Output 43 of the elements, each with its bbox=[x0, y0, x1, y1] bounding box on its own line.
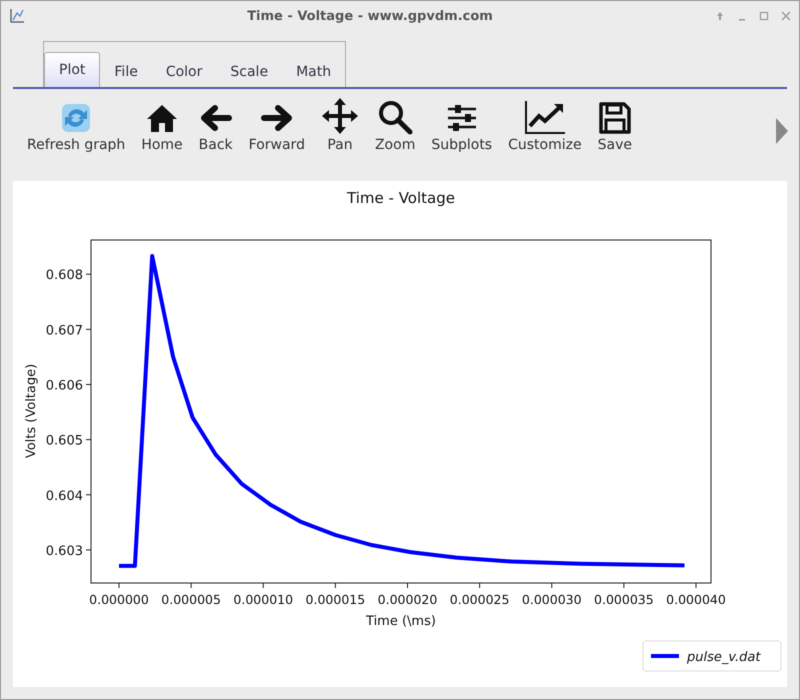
search-icon bbox=[377, 99, 414, 135]
x-tick-label: 0.000000 bbox=[89, 592, 149, 607]
y-tick-label: 0.608 bbox=[46, 268, 83, 284]
toolbar-button[interactable]: Pan bbox=[312, 93, 367, 155]
x-axis-label: Time (\ms) bbox=[366, 614, 436, 629]
x-tick-label: 0.000005 bbox=[161, 592, 221, 607]
tab[interactable]: Math bbox=[282, 57, 346, 87]
x-tick-label: 0.000010 bbox=[233, 592, 294, 607]
close-icon[interactable] bbox=[781, 11, 791, 21]
toolbar-button[interactable]: Customize bbox=[500, 93, 590, 155]
x-tick-label: 0.000030 bbox=[522, 592, 582, 607]
x-tick-label: 0.000040 bbox=[666, 592, 726, 607]
tab[interactable]: Scale bbox=[216, 57, 282, 87]
toolbar-button[interactable]: Subplots bbox=[423, 93, 500, 155]
maximize-icon[interactable] bbox=[759, 11, 769, 21]
app-icon bbox=[9, 8, 25, 24]
tab[interactable]: Color bbox=[152, 57, 216, 87]
toolbar-button[interactable]: Back bbox=[190, 93, 241, 155]
x-tick-label: 0.000025 bbox=[450, 592, 510, 607]
toolbar-button[interactable]: Save bbox=[590, 93, 640, 155]
x-tick-label: 0.000015 bbox=[306, 592, 366, 607]
x-tick-label: 0.000035 bbox=[594, 592, 654, 607]
toolbar-button[interactable]: Refresh graph bbox=[19, 93, 134, 155]
toolbar-button[interactable]: Home bbox=[133, 93, 191, 155]
y-axis-label: Volts (Voltage) bbox=[24, 364, 39, 458]
toolbar-button[interactable]: Zoom bbox=[366, 93, 424, 155]
legend-line bbox=[651, 654, 679, 658]
pin-icon[interactable] bbox=[715, 11, 725, 21]
move-arrows-icon bbox=[320, 97, 359, 135]
y-tick-label: 0.603 bbox=[46, 544, 83, 559]
legend-label: pulse_v.dat bbox=[687, 650, 760, 665]
y-tick-label: 0.605 bbox=[46, 434, 83, 449]
y-tick-label: 0.607 bbox=[46, 323, 83, 338]
tab[interactable]: File bbox=[100, 57, 152, 87]
toolbar-button[interactable]: Forward bbox=[240, 93, 313, 155]
chart-title: Time - Voltage bbox=[347, 189, 455, 207]
tab[interactable]: Plot bbox=[44, 52, 100, 87]
more-arrow-icon[interactable] bbox=[775, 117, 789, 145]
line-chart-icon bbox=[524, 99, 566, 135]
x-tick-label: 0.000020 bbox=[378, 592, 438, 607]
window-title: Time - Voltage - www.gpvdm.com bbox=[246, 8, 494, 24]
y-tick-label: 0.604 bbox=[46, 488, 83, 504]
y-tick-label: 0.606 bbox=[46, 378, 83, 394]
